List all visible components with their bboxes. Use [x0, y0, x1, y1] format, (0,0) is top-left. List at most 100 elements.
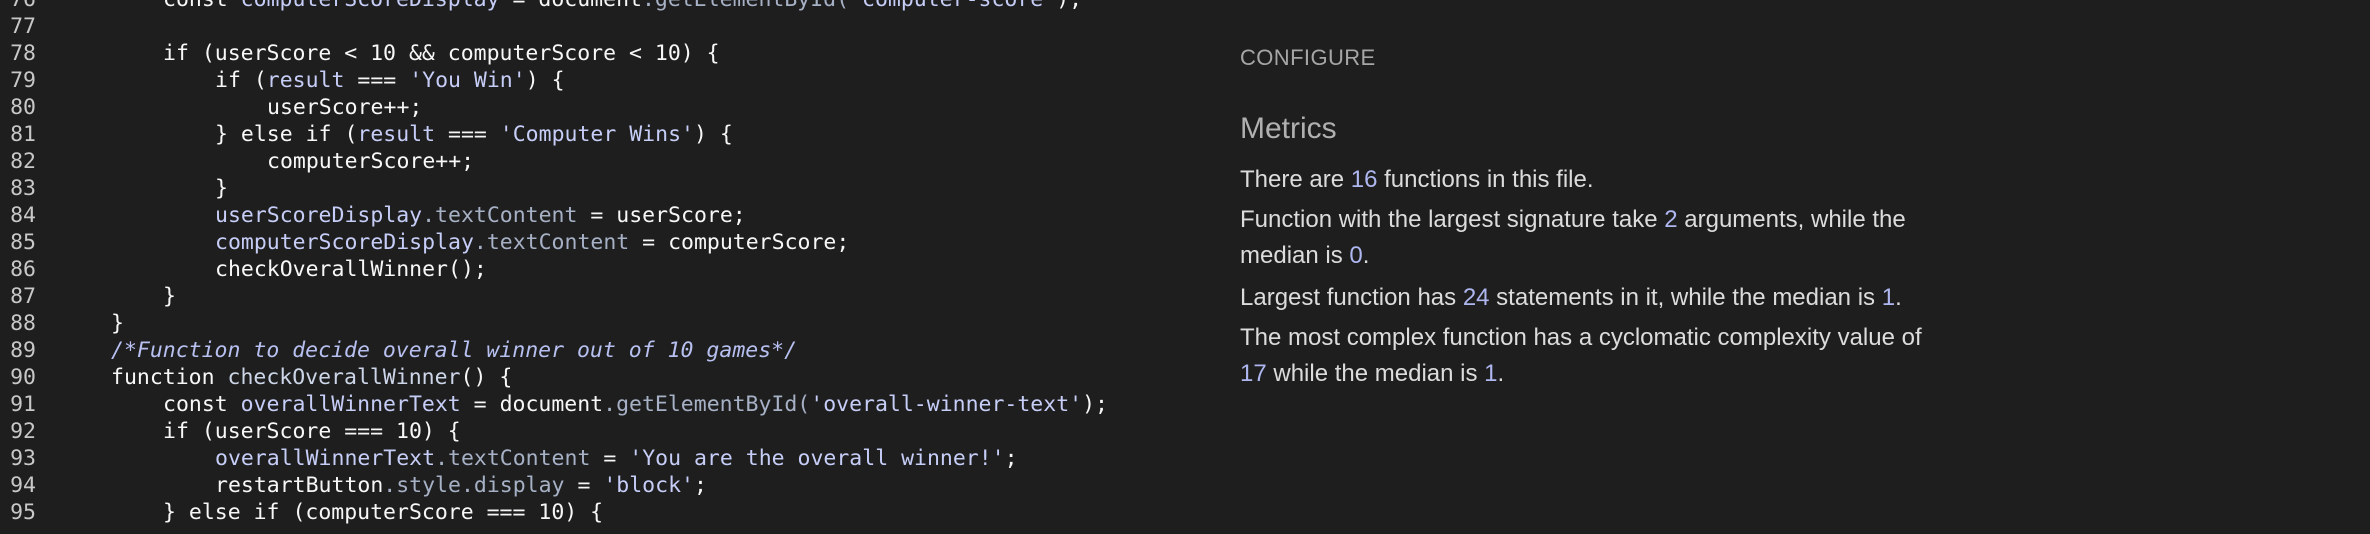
code-text: } — [163, 283, 176, 310]
metric-value: 17 — [1240, 360, 1267, 387]
code-token: () { — [460, 365, 513, 390]
code-token: 'block' — [603, 473, 694, 498]
code-token: userScoreDisplay — [215, 203, 423, 228]
code-token: if ( — [215, 68, 267, 93]
code-text: checkOverallWinner(); — [215, 256, 487, 283]
code-text: } — [111, 310, 124, 337]
code-token: 'You Win' — [409, 68, 526, 93]
line-number: 85 — [10, 230, 36, 255]
code-token: ; — [693, 473, 707, 498]
code-token: computerScore++; — [267, 149, 475, 174]
code-token: userScore++; — [267, 95, 423, 120]
code-token: 'computer-score' — [849, 0, 1056, 12]
code-text: if (result === 'You Win') { — [215, 67, 565, 94]
code-text: } — [215, 175, 228, 202]
line-number: 95 — [10, 500, 36, 525]
code-text: const computerScoreDisplay = document.ge… — [163, 0, 1082, 13]
code-text: const overallWinnerText = document.getEl… — [163, 391, 1108, 418]
code-token: .textContent — [473, 230, 630, 255]
line-number: 84 — [10, 203, 36, 228]
code-token: } else if ( — [215, 122, 358, 147]
code-text: userScore++; — [267, 94, 422, 121]
code-line: 89 /*Function to decide overall winner ou… — [0, 337, 1220, 364]
metric-value: 24 — [1462, 284, 1490, 311]
code-token: } — [215, 176, 228, 201]
code-editor[interactable]: 76 const computerScoreDisplay = document.… — [0, 0, 1220, 534]
line-number: 90 — [10, 365, 36, 390]
code-line: 93 overallWinnerText.textContent = 'You a… — [0, 445, 1220, 472]
code-line: 87} — [0, 283, 1220, 310]
code-line: 77 — [0, 13, 1220, 40]
code-line: 88} — [0, 310, 1220, 337]
code-token: = computerScore; — [629, 230, 850, 255]
metric-item: Function with the largest signature take… — [1240, 202, 1940, 274]
line-number: 89 — [10, 338, 36, 363]
code-text: /*Function to decide overall winner out … — [111, 337, 797, 364]
code-line: 91 const overallWinnerText = document.get… — [0, 391, 1220, 418]
code-token: /*Function to decide overall winner out … — [111, 338, 798, 363]
metric-text: Largest function has — [1240, 284, 1463, 311]
line-number: 82 — [10, 149, 36, 174]
line-number: 93 — [10, 446, 36, 471]
line-number: 87 — [10, 284, 36, 309]
line-number: 77 — [10, 14, 36, 39]
code-token: if (userScore === 10) { — [163, 419, 461, 444]
line-number: 79 — [10, 68, 36, 93]
code-token: function — [111, 365, 228, 390]
code-token: .textContent — [422, 203, 578, 228]
code-token: = — [460, 392, 500, 417]
code-line: 78 if (userScore < 10 && computerScore < … — [0, 40, 1220, 67]
code-token: overallWinnerText — [215, 446, 436, 471]
code-token: const — [163, 0, 241, 12]
line-number: 94 — [10, 473, 36, 498]
page: 76 const computerScoreDisplay = document.… — [0, 0, 2370, 534]
code-token: computerScoreDisplay — [215, 230, 474, 255]
metric-item: The most complex function has a cyclomat… — [1240, 320, 1940, 392]
metric-item: There are 16 functions in this file. — [1240, 162, 1960, 198]
code-token: if (userScore < 10 && computerScore < 10… — [163, 41, 720, 66]
code-text: userScoreDisplay.textContent = userScore… — [215, 202, 746, 229]
code-token: === — [435, 122, 500, 147]
code-token: = — [564, 473, 604, 498]
metrics-heading: Metrics — [1240, 112, 1337, 145]
line-number: 81 — [10, 122, 36, 147]
code-token: document — [499, 392, 604, 417]
code-token: } else if (computerScore === 10) { — [163, 500, 604, 525]
code-token: .textContent — [435, 446, 591, 471]
line-number: 80 — [10, 95, 36, 120]
line-number: 86 — [10, 257, 36, 282]
code-line: 83} — [0, 175, 1220, 202]
code-token: 'Computer Wins' — [499, 122, 694, 147]
code-token: .getElementById( — [642, 0, 849, 12]
code-token: .getElementById( — [603, 392, 811, 417]
code-token: ; — [1004, 446, 1018, 471]
code-text: overallWinnerText.textContent = 'You are… — [215, 445, 1018, 472]
code-token: result — [266, 68, 345, 93]
code-text: computerScore++; — [267, 148, 474, 175]
code-token: === — [344, 68, 410, 93]
configure-link[interactable]: CONFIGURE — [1240, 45, 1376, 71]
code-line: 79 if (result === 'You Win') { — [0, 67, 1220, 94]
code-line: 90 function checkOverallWinner() { — [0, 364, 1220, 391]
metric-text: statements in it, while the median is — [1489, 284, 1882, 311]
code-text: if (userScore === 10) { — [163, 418, 461, 445]
code-token: } — [163, 284, 176, 309]
metric-text: Function with the largest signature take — [1240, 206, 1665, 233]
line-number: 78 — [10, 41, 36, 66]
code-token: } — [111, 311, 124, 336]
code-token: = userScore; — [577, 203, 746, 228]
metric-text: while the median is — [1266, 360, 1485, 387]
code-token: = — [590, 446, 630, 471]
code-line: 82 computerScore++; — [0, 148, 1220, 175]
code-token: 'You are the overall winner!' — [629, 446, 1005, 471]
line-number: 91 — [10, 392, 36, 417]
metric-text: . — [1362, 242, 1370, 269]
code-line: 84 userScoreDisplay.textContent = userSco… — [0, 202, 1220, 229]
metric-value: 16 — [1350, 166, 1378, 193]
metric-text: The most complex function has a cyclomat… — [1240, 324, 1922, 351]
code-text: if (userScore < 10 && computerScore < 10… — [163, 40, 720, 67]
code-line: 80 userScore++; — [0, 94, 1220, 121]
code-token: overallWinnerText — [240, 392, 461, 417]
code-token: checkOverallWinner — [227, 365, 461, 390]
code-line: 86 checkOverallWinner(); — [0, 256, 1220, 283]
